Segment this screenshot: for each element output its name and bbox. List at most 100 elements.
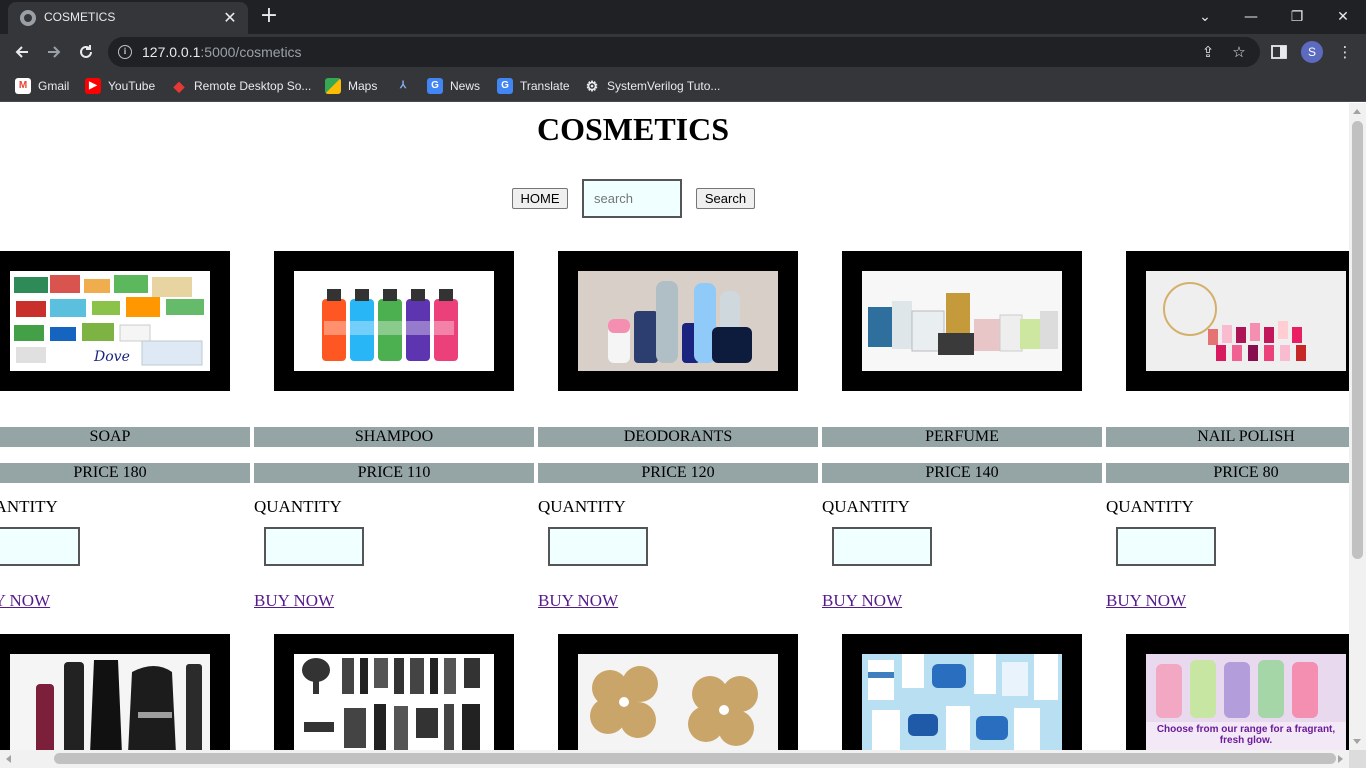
browser-tab[interactable]: COSMETICS ✕ <box>8 2 248 34</box>
bookmark-translate[interactable]: G Translate <box>497 77 570 95</box>
vertical-scroll-thumb[interactable] <box>1352 121 1363 559</box>
quantity-label: QUANTITY <box>538 497 626 516</box>
address-bar[interactable]: i 127.0.0.1:5000/cosmetics ⇪ ☆ <box>108 37 1260 67</box>
avatar[interactable]: S <box>1301 41 1323 63</box>
deodorants-image[interactable] <box>578 271 778 371</box>
chevron-down-icon[interactable]: ⌄ <box>1192 4 1218 30</box>
quantity-input[interactable] <box>264 527 364 566</box>
forward-arrow-icon[interactable] <box>41 39 67 65</box>
scroll-down-icon[interactable] <box>1353 739 1361 744</box>
close-window-button[interactable]: ✕ <box>1330 4 1356 30</box>
back-arrow-icon[interactable] <box>9 39 35 65</box>
product-image-frame <box>274 251 514 391</box>
bookmark-remote-desktop[interactable]: ◆ Remote Desktop So... <box>171 77 312 95</box>
perfume-image[interactable] <box>862 271 1062 371</box>
minimize-button[interactable]: — <box>1238 4 1264 30</box>
nail-polish-image[interactable] <box>1146 271 1346 371</box>
vertical-scrollbar[interactable] <box>1349 103 1366 750</box>
gmail-icon: M <box>15 78 31 94</box>
bookmark-maps[interactable]: Maps <box>325 77 377 95</box>
remote-desktop-icon: ◆ <box>173 78 185 94</box>
bookmark-a-icon: ⅄ <box>399 80 407 91</box>
buy-now-link[interactable]: BUY NOW <box>0 591 50 611</box>
bookmark-gmail[interactable]: M Gmail <box>15 77 69 95</box>
buy-now-link[interactable]: BUY NOW <box>254 591 334 611</box>
scroll-up-icon[interactable] <box>1353 109 1361 114</box>
product-image-frame <box>558 634 798 750</box>
bookmark-news[interactable]: G News <box>427 77 480 95</box>
talc-image[interactable]: Choose from our range for a fragrant, fr… <box>1146 654 1346 750</box>
url-text: 127.0.0.1:5000/cosmetics <box>142 44 302 60</box>
translate-icon: G <box>497 78 513 94</box>
svg-text:Dove: Dove <box>93 349 130 365</box>
reload-icon[interactable] <box>73 39 99 65</box>
new-tab-button[interactable]: + <box>258 5 280 28</box>
search-input[interactable] <box>582 179 682 218</box>
browser-tabstrip: COSMETICS ✕ + ⌄ — ❐ ✕ <box>0 0 1366 34</box>
shampoo-image[interactable] <box>294 271 494 371</box>
product-name: NAIL POLISH <box>1106 427 1349 447</box>
share-icon[interactable]: ⇪ <box>1198 42 1218 62</box>
page-title: COSMETICS <box>536 111 730 147</box>
quantity-label: QUANTITY <box>254 497 342 516</box>
tab-title: COSMETICS <box>44 10 116 24</box>
bookmark-systemverilog[interactable]: ⚙ SystemVerilog Tuto... <box>584 77 721 95</box>
scroll-right-icon[interactable] <box>1338 755 1343 763</box>
info-icon[interactable]: i <box>118 45 132 59</box>
soap-image[interactable]: Dove <box>10 271 210 371</box>
product-price: PRICE 110 <box>254 463 534 483</box>
product-price: PRICE 120 <box>538 463 818 483</box>
scrollbar-corner <box>1349 750 1366 768</box>
buy-now-link[interactable]: BUY NOW <box>538 591 618 611</box>
quantity-label: QUANTITY <box>822 497 910 516</box>
buy-now-link[interactable]: BUY NOW <box>822 591 902 611</box>
buy-now-link[interactable]: BUY NOW <box>1106 591 1186 611</box>
quantity-label: QUANTITY <box>1106 497 1194 516</box>
youtube-icon: ▶ <box>85 78 101 94</box>
home-button[interactable]: HOME <box>512 188 568 209</box>
product-image-frame: Choose from our range for a fragrant, fr… <box>1126 634 1349 750</box>
quantity-input[interactable] <box>832 527 932 566</box>
side-panel-icon[interactable] <box>1268 41 1290 63</box>
product-image-frame <box>0 634 230 750</box>
browser-toolbar: i 127.0.0.1:5000/cosmetics ⇪ ☆ S ⋮ <box>0 34 1366 70</box>
skincare-image[interactable] <box>862 654 1062 750</box>
product-image-frame <box>274 634 514 750</box>
quantity-input[interactable] <box>548 527 648 566</box>
bookmarks-bar: M Gmail ▶ YouTube ◆ Remote Desktop So...… <box>0 70 1366 102</box>
horizontal-scrollbar[interactable] <box>0 750 1349 768</box>
news-icon: G <box>427 78 443 94</box>
combs-image[interactable] <box>294 654 494 750</box>
page-content: COSMETICS HOME Search <box>0 103 1349 750</box>
gear-icon: ⚙ <box>585 78 599 94</box>
close-icon[interactable]: ✕ <box>220 8 240 28</box>
bookmark-youtube[interactable]: ▶ YouTube <box>85 77 155 95</box>
product-image-frame <box>842 251 1082 391</box>
talc-caption: Choose from our range for a fragrant, fr… <box>1156 724 1336 746</box>
product-image-frame <box>1126 251 1349 391</box>
product-name: SOAP <box>0 427 250 447</box>
star-icon[interactable]: ☆ <box>1229 42 1249 62</box>
product-image-frame: Dove <box>0 251 230 391</box>
product-price: PRICE 140 <box>822 463 1102 483</box>
product-price: PRICE 180 <box>0 463 250 483</box>
quantity-input[interactable] <box>1116 527 1216 566</box>
earrings-image[interactable] <box>578 654 778 750</box>
scroll-left-icon[interactable] <box>6 755 11 763</box>
bookmark-a[interactable]: ⅄ <box>395 77 418 95</box>
product-image-frame <box>558 251 798 391</box>
product-price: PRICE 80 <box>1106 463 1349 483</box>
maps-icon <box>325 78 341 94</box>
makeup-image[interactable] <box>10 654 210 750</box>
kebab-menu-icon[interactable]: ⋮ <box>1334 41 1356 63</box>
horizontal-scroll-thumb[interactable] <box>54 753 1336 764</box>
globe-icon <box>20 10 36 26</box>
product-name: DEODORANTS <box>538 427 818 447</box>
restore-button[interactable]: ❐ <box>1284 4 1310 30</box>
product-name: PERFUME <box>822 427 1102 447</box>
product-image-frame <box>842 634 1082 750</box>
quantity-label: QUANTITY <box>0 497 58 516</box>
quantity-input[interactable] <box>0 527 80 566</box>
product-name: SHAMPOO <box>254 427 534 447</box>
search-button[interactable]: Search <box>696 188 755 209</box>
